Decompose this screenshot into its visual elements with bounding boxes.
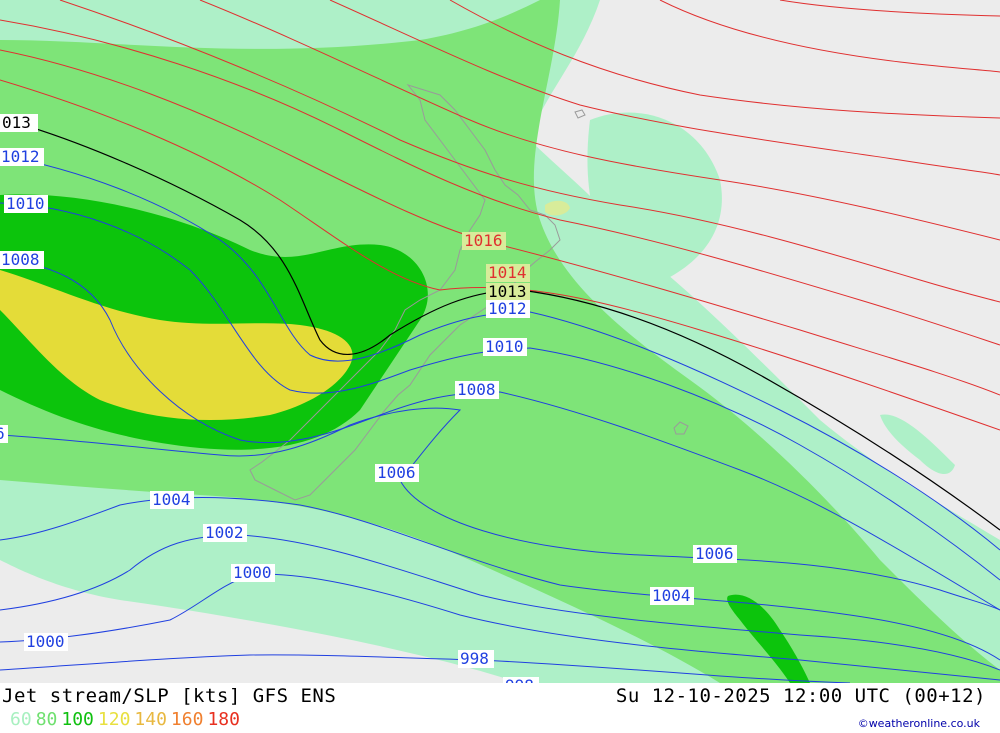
label-1006: 1006 xyxy=(375,463,419,482)
svg-text:6: 6 xyxy=(0,424,5,443)
svg-text:1000: 1000 xyxy=(26,632,65,651)
legend-60: 60 xyxy=(10,709,32,730)
svg-text:1010: 1010 xyxy=(485,337,524,356)
svg-text:1012: 1012 xyxy=(488,299,527,318)
speed-legend: 60 80 100 120 140 160 180 xyxy=(10,709,244,730)
legend-120: 120 xyxy=(97,709,131,730)
label-1012-left: 1012 xyxy=(0,147,44,166)
svg-text:1008: 1008 xyxy=(1,250,40,269)
label-1002: 1002 xyxy=(203,523,247,542)
map-footer: Jet stream/SLP [kts] GFS ENS Su 12-10-20… xyxy=(0,683,1000,733)
legend-80: 80 xyxy=(35,709,58,730)
svg-text:1008: 1008 xyxy=(457,380,496,399)
map-canvas: 1016 1014 013 1013 1012 1010 1008 1012 1… xyxy=(0,0,1000,683)
svg-text:1000: 1000 xyxy=(233,563,272,582)
label-998-bottom: 998 xyxy=(503,676,539,683)
svg-text:1006: 1006 xyxy=(695,544,734,563)
legend-180: 180 xyxy=(207,709,240,730)
label-1012: 1012 xyxy=(486,299,530,318)
svg-text:1002: 1002 xyxy=(205,523,244,542)
label-1008-left: 1008 xyxy=(0,250,44,269)
svg-text:1004: 1004 xyxy=(652,586,691,605)
label-998: 998 xyxy=(458,649,494,668)
label-1008: 1008 xyxy=(455,380,499,399)
map-title: Jet stream/SLP [kts] GFS ENS xyxy=(2,685,337,707)
label-1014: 1014 xyxy=(486,263,530,282)
legend-100: 100 xyxy=(61,709,94,730)
label-1000-mid: 1000 xyxy=(231,563,275,582)
label-6-left: 6 xyxy=(0,424,8,443)
svg-text:1010: 1010 xyxy=(6,194,45,213)
svg-text:1012: 1012 xyxy=(1,147,40,166)
credit-link[interactable]: ©weatheronline.co.uk xyxy=(858,717,980,730)
legend-140: 140 xyxy=(134,709,167,730)
svg-text:1004: 1004 xyxy=(152,490,191,509)
label-1016: 1016 xyxy=(462,231,506,250)
svg-text:1016: 1016 xyxy=(464,231,503,250)
label-1010-left: 1010 xyxy=(4,194,48,213)
weather-map-view: 1016 1014 013 1013 1012 1010 1008 1012 1… xyxy=(0,0,1000,733)
map-datetime: Su 12-10-2025 12:00 UTC (00+12) xyxy=(615,685,986,707)
svg-text:1014: 1014 xyxy=(488,263,527,282)
svg-text:998: 998 xyxy=(460,649,489,668)
svg-text:998: 998 xyxy=(505,676,534,683)
label-1004: 1004 xyxy=(150,490,194,509)
label-1004-east: 1004 xyxy=(650,586,694,605)
svg-text:013: 013 xyxy=(2,113,31,132)
label-013-left: 013 xyxy=(0,113,38,132)
label-1006-east: 1006 xyxy=(693,544,737,563)
svg-text:1006: 1006 xyxy=(377,463,416,482)
legend-160: 160 xyxy=(170,709,204,730)
label-1000-left: 1000 xyxy=(24,632,68,651)
label-1010: 1010 xyxy=(483,337,527,356)
